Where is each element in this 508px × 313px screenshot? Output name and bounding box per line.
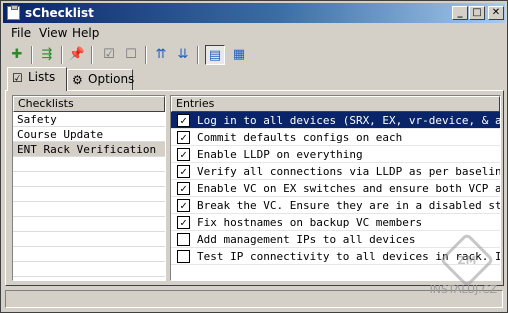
close-button[interactable]: ✕ [488,6,504,20]
toolbar-separator [197,46,199,64]
move-down-icon[interactable]: ⇊ [173,45,193,65]
toolbar-separator [61,46,63,64]
menu-view[interactable]: View [39,26,67,40]
app-window: sChecklist _ □ ✕ File View Help ✚ ⇶ 📌 ☑ … [0,0,508,313]
toolbar: ✚ ⇶ 📌 ☑ ☐ ⇈ ⇊ ▤ ▦ [5,43,503,67]
entry-row[interactable]: Break the VC. Ensure they are in a disab… [171,197,500,214]
entry-text: Enable VC on EX switches and ensure both… [197,182,500,195]
checked-checkbox[interactable] [177,148,190,161]
empty-row [13,172,165,187]
minimize-button[interactable]: _ [452,6,468,20]
empty-row [13,247,165,262]
svg-text:ZM: ZM [458,254,477,267]
gear-icon: ⚙ [72,73,83,87]
entries-header[interactable]: Entries [171,96,500,112]
menu-file[interactable]: File [11,26,31,40]
title-bar[interactable]: sChecklist _ □ ✕ [3,3,505,23]
checklist-icon: ☑ [12,71,23,85]
entry-text: Log in to all devices (SRX, EX, vr-devic… [197,114,500,127]
maximize-button[interactable]: □ [469,6,485,20]
toolbar-separator [91,46,93,64]
checked-checkbox[interactable] [177,165,190,178]
checklist-item[interactable]: ENT Rack Verification [13,142,165,157]
clipboard-icon [7,5,20,20]
entry-text: Fix hostnames on backup VC members [197,216,423,229]
list-view-icon[interactable]: ▦ [229,45,249,65]
new-list-icon[interactable]: ✚ [7,45,27,65]
toolbar-separator [145,46,147,64]
check-all-icon[interactable]: ☑ [99,45,119,65]
checked-checkbox[interactable] [177,114,190,127]
tab-options-label: Options [88,72,135,86]
move-up-icon[interactable]: ⇈ [151,45,171,65]
move-icon[interactable]: ⇶ [37,45,57,65]
entry-row[interactable]: Commit defaults configs on each [171,129,500,146]
tab-panel: Checklists Safety Course Update ENT Rack… [5,90,504,286]
entry-row[interactable]: Fix hostnames on backup VC members [171,214,500,231]
status-bar [5,290,503,308]
menu-help[interactable]: Help [72,26,99,40]
empty-row [13,202,165,217]
entry-row[interactable]: Enable LLDP on everything [171,146,500,163]
entry-row[interactable]: Verify all connections via LLDP as per b… [171,163,500,180]
tab-lists[interactable]: ☑ Lists [7,67,67,91]
checklist-item[interactable]: Course Update [13,127,165,142]
empty-row [13,262,165,277]
checked-checkbox[interactable] [177,216,190,229]
checked-checkbox[interactable] [177,131,190,144]
entry-text: Verify all connections via LLDP as per b… [197,165,500,178]
entry-text: Break the VC. Ensure they are in a disab… [197,199,500,212]
entry-text: Enable LLDP on everything [197,148,363,161]
toolbar-separator [31,46,33,64]
unchecked-checkbox[interactable] [177,233,190,246]
window-title: sChecklist [25,6,94,20]
unchecked-checkbox[interactable] [177,250,190,263]
watermark-text: INSTALUJ.CZ [429,283,497,296]
checked-checkbox[interactable] [177,199,190,212]
detail-view-icon[interactable]: ▤ [205,45,225,65]
empty-row [13,157,165,172]
entry-row[interactable]: Enable VC on EX switches and ensure both… [171,180,500,197]
entry-row[interactable]: Log in to all devices (SRX, EX, vr-devic… [171,112,500,129]
entry-text: Commit defaults configs on each [197,131,403,144]
checklists-header[interactable]: Checklists [13,96,165,112]
checked-checkbox[interactable] [177,182,190,195]
tab-options[interactable]: ⚙ Options [67,69,135,90]
pin-icon[interactable]: 📌 [67,45,87,65]
checklists-pane: Checklists Safety Course Update ENT Rack… [12,95,166,281]
empty-row [13,217,165,232]
empty-row [13,187,165,202]
empty-row [13,232,165,247]
uncheck-all-icon[interactable]: ☐ [121,45,141,65]
entry-text: Add management IPs to all devices [197,233,416,246]
tab-lists-label: Lists [28,70,56,84]
checklist-item[interactable]: Safety [13,112,165,127]
